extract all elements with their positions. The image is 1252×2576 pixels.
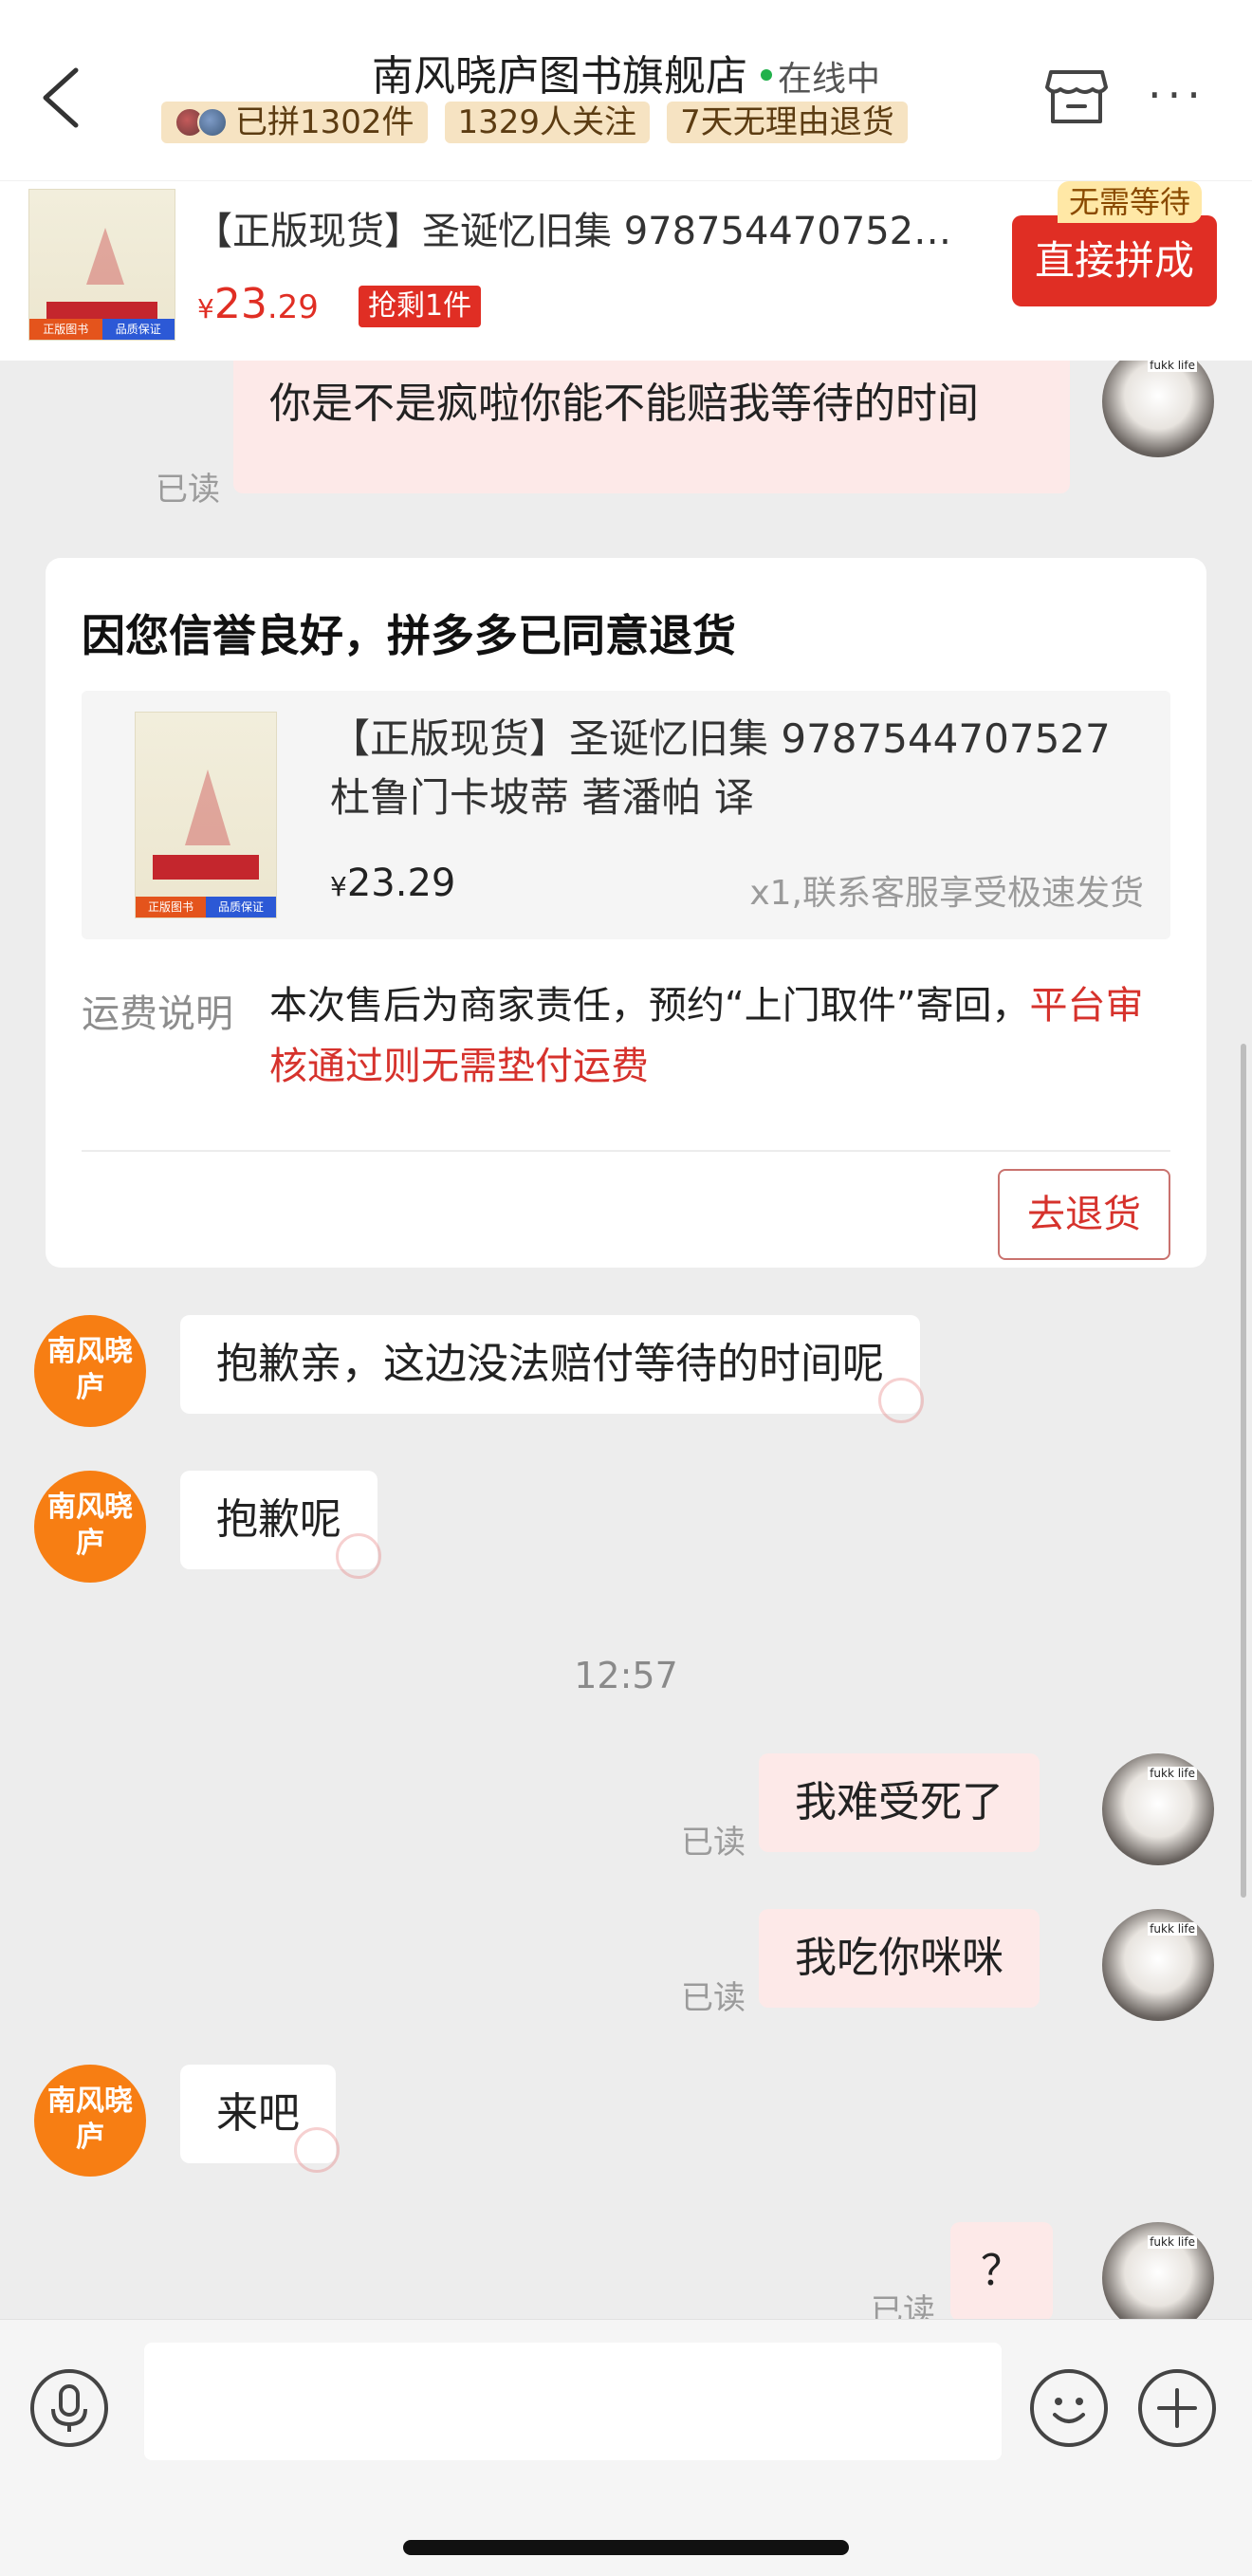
product-title[interactable]: 【正版现货】圣诞忆旧集 978754470752… [194,200,982,255]
input-bar [0,2319,1252,2576]
go-return-button[interactable]: 去退货 [998,1169,1170,1260]
scrollbar[interactable] [1241,1044,1246,1898]
product-thumbnail[interactable]: 正版图书 品质保证 [28,189,175,341]
fee-description: 本次售后为商家责任，预约“上门取件”寄回，平台审核通过则无需垫付运费 [269,984,1144,1088]
card-product[interactable]: 正版图书 品质保证 【正版现货】圣诞忆旧集 9787544707527 杜鲁门卡… [82,691,1170,939]
message-bubble-outgoing[interactable]: 你是不是疯啦你能不能赔我等待的时间 [233,361,1070,493]
thumb-tag-quality: 品质保证 [101,319,175,340]
shop-avatar[interactable]: 南风晓庐 [34,1315,146,1427]
message-bubble-incoming[interactable]: 抱歉亲，这边没法赔付等待的时间呢 [180,1315,924,1423]
thumb-tag-genuine: 正版图书 [29,319,102,340]
online-dot-icon [760,69,772,81]
return-policy-badge: 7天无理由退货 [667,102,908,143]
online-status: 在线中 [777,60,880,99]
thumb-tag-quality: 品质保证 [206,897,276,917]
group-buy-count-badge: 已拼1302件 [161,102,428,143]
read-status: 已读 [681,1979,746,2017]
divider [82,1150,1170,1152]
watermark-icon [878,1378,924,1423]
message-bubble-outgoing[interactable]: ？ [950,2222,1053,2319]
more-options-icon[interactable]: ··· [1148,73,1206,117]
message-input[interactable] [144,2343,1002,2460]
read-status: 已读 [871,2292,935,2319]
microphone-icon[interactable] [30,2369,108,2447]
user-avatar[interactable]: fukk life [1102,2222,1214,2319]
direct-group-buy-button[interactable]: 直接拼成 [1012,215,1217,306]
message-bubble-outgoing[interactable]: 我难受死了 [759,1753,1040,1852]
user-avatar[interactable]: fukk life [1102,361,1214,457]
fee-label: 运费说明 [82,992,233,1036]
chat-area[interactable]: 你是不是疯啦你能不能赔我等待的时间 已读 fukk life 因您信誉良好，拼多… [0,361,1252,2319]
user-avatar[interactable]: fukk life [1102,1909,1214,2021]
buyer-avatars-icon [175,107,228,138]
no-wait-tag: 无需等待 [1058,181,1203,223]
card-product-thumbnail: 正版图书 品质保证 [135,712,277,918]
timestamp: 12:57 [574,1655,678,1696]
store-icon[interactable] [1043,63,1110,129]
card-title: 因您信誉良好，拼多多已同意退货 [82,610,736,661]
return-approved-card: 因您信誉良好，拼多多已同意退货 正版图书 品质保证 【正版现货】圣诞忆旧集 97… [46,558,1206,1268]
product-bar[interactable]: 正版图书 品质保证 【正版现货】圣诞忆旧集 978754470752… ¥23.… [0,180,1252,361]
followers-badge: 1329人关注 [444,102,651,143]
message-bubble-outgoing[interactable]: 我吃你咪咪 [759,1909,1040,2008]
shop-avatar[interactable]: 南风晓庐 [34,1471,146,1583]
shop-avatar[interactable]: 南风晓庐 [34,2065,146,2177]
book-cover-tree-icon [86,228,124,285]
plus-icon[interactable] [1138,2369,1216,2447]
user-avatar[interactable]: fukk life [1102,1753,1214,1865]
stock-tag: 抢剩1件 [359,286,482,327]
card-product-price: ¥23.29 [330,862,456,905]
thumb-tag-genuine: 正版图书 [136,897,206,917]
product-price: ¥23.29 [197,280,319,328]
emoji-icon[interactable] [1030,2369,1108,2447]
message-bubble-incoming[interactable]: 来吧 [180,2065,340,2173]
card-product-name: 【正版现货】圣诞忆旧集 9787544707527 杜鲁门卡坡蒂 著潘帕 译 [330,715,1111,821]
home-indicator[interactable] [403,2540,849,2555]
watermark-icon [294,2127,340,2173]
read-status: 已读 [681,1824,746,1862]
watermark-icon [336,1533,381,1579]
message-bubble-incoming[interactable]: 抱歉呢 [180,1471,381,1579]
card-product-note: x1,联系客服享受极速发货 [749,874,1144,913]
book-cover-tree-icon [185,769,230,845]
chat-header: 南风晓庐图书旗舰店 在线中 已拼1302件 1329人关注 7天无理由退货 ···… [0,0,1252,361]
shop-name: 南风晓庐图书旗舰店 [371,52,747,101]
read-status: 已读 [156,471,220,509]
shop-stats: 已拼1302件 1329人关注 7天无理由退货 [161,102,908,143]
